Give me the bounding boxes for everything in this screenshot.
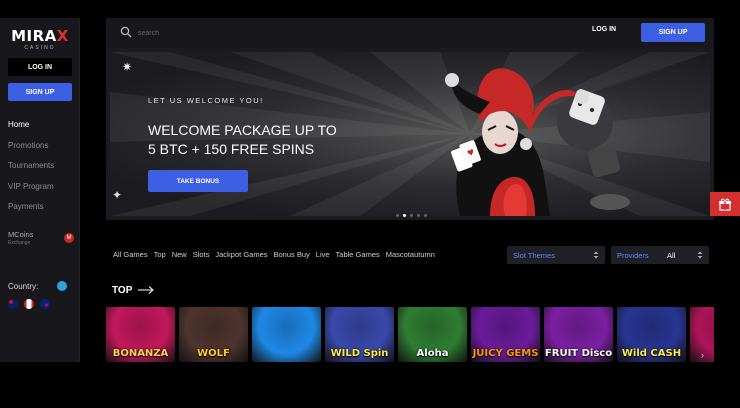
sidebar-item-tournaments[interactable]: Tournaments (8, 161, 78, 182)
sidebar: MIRAX CASINO LOG IN SIGN UP Home Promoti… (0, 18, 80, 362)
flag-australia-icon[interactable] (8, 299, 18, 309)
carousel-dot[interactable] (396, 214, 399, 217)
game-tile[interactable]: WOLF (179, 307, 248, 362)
app-frame: MIRAX CASINO LOG IN SIGN UP Home Promoti… (0, 0, 740, 408)
filter-mascotautumn[interactable]: Mascotautumn (386, 250, 435, 259)
banner-headline-line1: WELCOME PACKAGE UP TO (148, 122, 337, 138)
games-row: BONANZA WOLF WILD Spin Aloha JUICY GEMS FRUIT… (106, 307, 714, 362)
game-tile[interactable]: FRUIT Disco (544, 307, 613, 362)
carousel-dot[interactable] (410, 214, 413, 217)
mcoins-icon: M (64, 233, 74, 243)
carousel-dot[interactable] (424, 214, 427, 217)
gift-button[interactable] (710, 192, 740, 216)
banner-frame: ♥ ✷ ✦ LET US WELCOME YOU! WELCOME PACKAG… (110, 52, 710, 216)
take-bonus-button[interactable]: TAKE BONUS (148, 170, 248, 192)
game-tile[interactable] (252, 307, 321, 362)
filter-all-games[interactable]: All Games (113, 250, 148, 259)
flag-new-zealand-icon[interactable] (40, 299, 50, 309)
game-title: FRUIT Disco (544, 348, 613, 359)
search-icon[interactable] (120, 26, 132, 38)
filter-live[interactable]: Live (316, 250, 330, 259)
sidebar-item-home[interactable]: Home (8, 120, 78, 141)
carousel-dot[interactable] (417, 214, 420, 217)
carousel-dots (396, 214, 427, 217)
game-title: Aloha (416, 348, 449, 359)
sidebar-item-vip-program[interactable]: VIP Program (8, 182, 78, 203)
providers-label: Providers (617, 251, 649, 260)
logo[interactable]: MIRAX CASINO (8, 28, 72, 56)
sort-chevrons-icon (697, 251, 703, 259)
filter-bonus-buy[interactable]: Bonus Buy (274, 250, 310, 259)
jester-illustration: ♥ (445, 68, 630, 216)
game-title: BONANZA (112, 348, 169, 359)
top-letterbox (0, 0, 740, 18)
sort-chevrons-icon (593, 251, 599, 259)
logo-subtitle: CASINO (24, 45, 56, 51)
sidebar-item-payments[interactable]: Payments (8, 202, 78, 223)
slot-themes-label: Slot Themes (513, 251, 555, 260)
banner-headline-line2: 5 BTC + 150 FREE SPINS (148, 141, 315, 157)
globe-icon[interactable] (57, 281, 67, 291)
game-title: WILD Spin (330, 348, 389, 359)
sparkle-icon: ✦ (112, 188, 123, 202)
gift-icon (719, 198, 731, 211)
mcoins-exchange[interactable]: MCoins Exchange M (8, 230, 74, 248)
slot-themes-select[interactable]: Slot Themes (507, 246, 605, 264)
filter-slots[interactable]: Slots (193, 250, 210, 259)
chevron-right-icon[interactable]: › (701, 350, 704, 360)
filter-top[interactable]: Top (154, 250, 166, 259)
banner-kicker: LET US WELCOME YOU! (148, 96, 264, 105)
game-tile[interactable]: Aloha (398, 307, 467, 362)
flag-canada-icon[interactable] (24, 299, 34, 309)
game-title: WOLF (197, 348, 230, 359)
sparkle-icon: ✷ (122, 60, 133, 74)
game-title: Wild CASH (621, 348, 682, 359)
country-label: Country: (8, 282, 39, 291)
game-title: JUICY GEMS (472, 348, 539, 359)
sidebar-signup-button[interactable]: SIGN UP (8, 83, 72, 101)
sidebar-nav: Home Promotions Tournaments VIP Program … (8, 120, 78, 223)
promo-banner[interactable]: ♥ ✷ ✦ LET US WELCOME YOU! WELCOME PACKAG… (106, 48, 714, 220)
providers-select[interactable]: Providers All (611, 246, 709, 264)
search-input[interactable] (138, 25, 338, 41)
sidebar-item-promotions[interactable]: Promotions (8, 141, 78, 162)
arrow-right-icon[interactable] (137, 285, 155, 295)
country-flags (8, 299, 50, 309)
header-signup-button[interactable]: SIGN UP (641, 23, 705, 42)
game-tile[interactable]: JUICY GEMS (471, 307, 540, 362)
filter-table-games[interactable]: Table Games (336, 250, 380, 259)
section-title-top: TOP (112, 285, 133, 296)
game-tile[interactable]: BONANZA (106, 307, 175, 362)
carousel-dot[interactable] (403, 214, 406, 217)
header-login-button[interactable]: LOG IN (592, 26, 616, 33)
game-tile[interactable]: Wild CASH (617, 307, 686, 362)
bottom-letterbox (0, 362, 740, 408)
logo-wordmark: MIRAX (11, 27, 69, 45)
filter-new[interactable]: New (172, 250, 187, 259)
sidebar-login-button[interactable]: LOG IN (8, 58, 72, 76)
game-tile[interactable]: WILD Spin (325, 307, 394, 362)
header: LOG IN SIGN UP (106, 18, 714, 48)
providers-value: All (667, 251, 676, 260)
category-filters: All Games Top New Slots Jackpot Games Bo… (113, 250, 435, 259)
filter-jackpot-games[interactable]: Jackpot Games (215, 250, 267, 259)
